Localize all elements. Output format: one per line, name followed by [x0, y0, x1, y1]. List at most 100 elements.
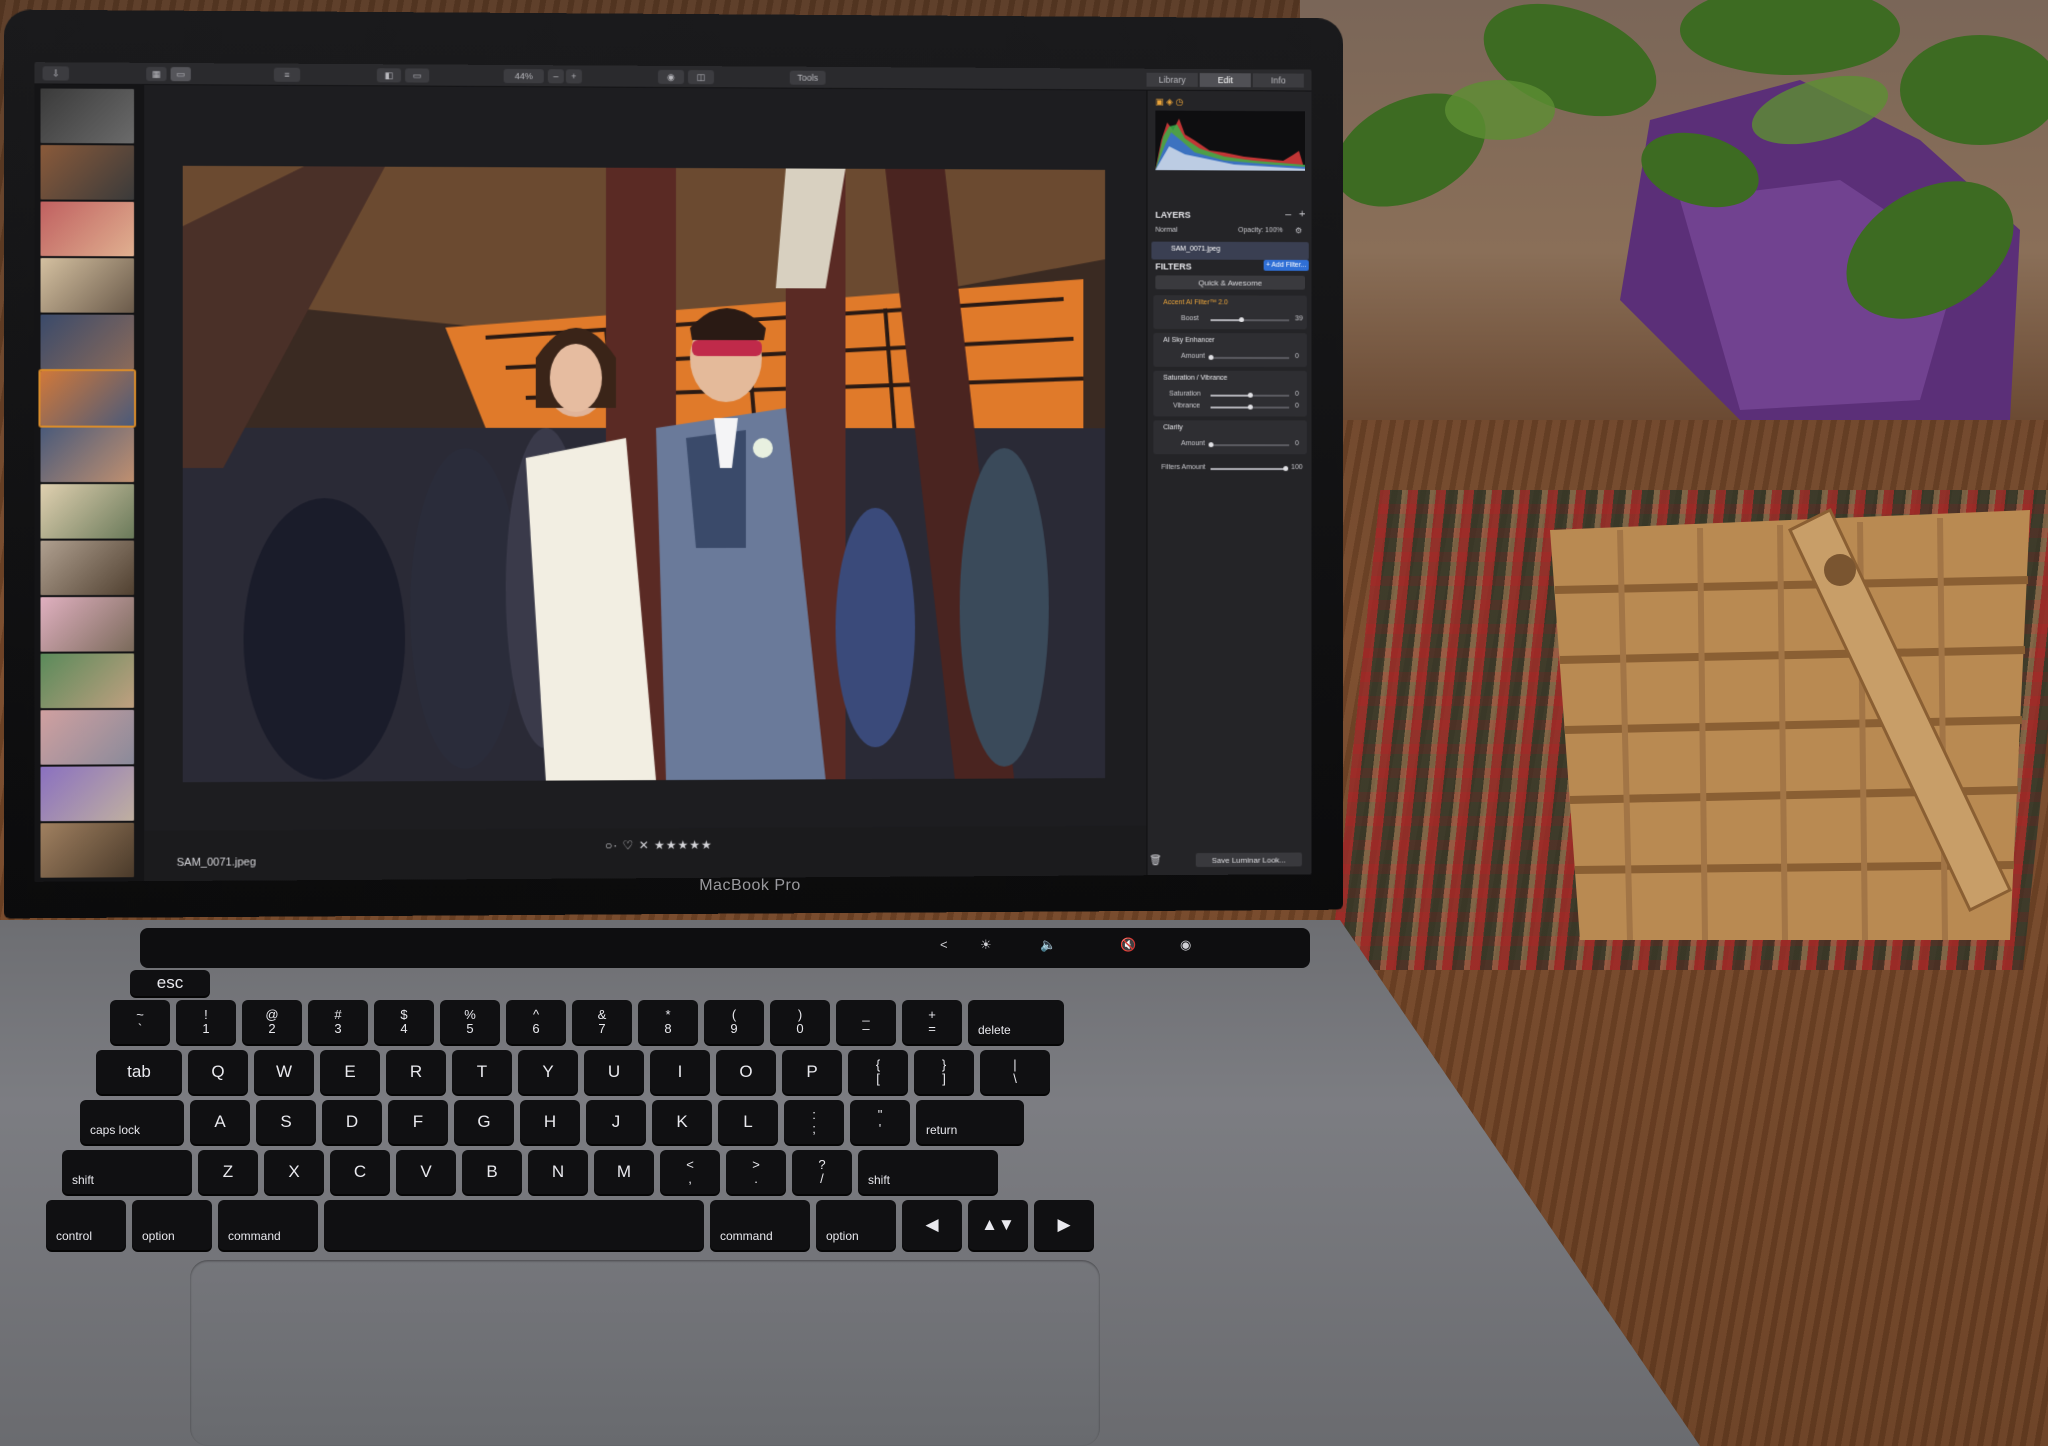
import-button[interactable]: ⇩	[42, 66, 70, 81]
filmstrip-thumbnail[interactable]	[40, 653, 135, 709]
keyboard-key[interactable]: < ,	[660, 1150, 720, 1194]
filmstrip-thumbnail[interactable]	[40, 427, 135, 483]
filter-title[interactable]: Saturation / Vibrance	[1163, 375, 1227, 382]
keyboard-key[interactable]: V	[396, 1150, 456, 1194]
remove-layer-icon[interactable]: –	[1285, 208, 1291, 220]
layer-row[interactable]: SAM_0071.jpeg	[1151, 241, 1309, 260]
keyboard-key[interactable]: option	[816, 1200, 896, 1250]
keyboard-key[interactable]: D	[322, 1100, 382, 1144]
slider-knob[interactable]	[1208, 354, 1214, 360]
keyboard-key[interactable]: _ –	[836, 1000, 896, 1044]
keyboard-key[interactable]: A	[190, 1100, 250, 1144]
keyboard-key[interactable]: K	[652, 1100, 712, 1144]
keyboard-key[interactable]: shift	[858, 1150, 998, 1194]
keyboard-key[interactable]: G	[454, 1100, 514, 1144]
keyboard-key[interactable]: ? /	[792, 1150, 852, 1194]
filmstrip-thumbnail[interactable]	[40, 766, 135, 822]
filmstrip-thumbnail[interactable]	[40, 822, 135, 878]
keyboard-key[interactable]: ~ `	[110, 1000, 170, 1044]
slider-knob[interactable]	[1208, 442, 1214, 448]
keyboard-key[interactable]: esc	[130, 970, 210, 996]
filmstrip-toggle-button[interactable]: ▭	[405, 68, 430, 83]
keyboard-key[interactable]: $ 4	[374, 1000, 434, 1044]
slider-knob[interactable]	[1239, 317, 1245, 323]
keyboard-key[interactable]: Y	[518, 1050, 578, 1094]
mute-icon[interactable]: 🔇	[1120, 937, 1136, 953]
opacity-select[interactable]: Opacity: 100%	[1238, 227, 1283, 234]
keyboard-key[interactable]: P	[782, 1050, 842, 1094]
saturation-slider[interactable]	[1210, 392, 1290, 398]
keyboard-key[interactable]: O	[716, 1050, 776, 1094]
clarity-amount-slider[interactable]	[1208, 442, 1290, 448]
slider-knob[interactable]	[1247, 404, 1253, 410]
layers-title[interactable]: LAYERS	[1155, 210, 1190, 220]
keyboard-key[interactable]: I	[650, 1050, 710, 1094]
keyboard-key[interactable]: caps lock	[80, 1100, 184, 1144]
preview-eye-button[interactable]: ◉	[658, 69, 684, 85]
single-view-button[interactable]: ▭	[170, 67, 191, 82]
touchbar-back-icon[interactable]: <	[940, 937, 948, 952]
filmstrip-thumbnail[interactable]	[40, 709, 135, 765]
volume-icon[interactable]: 🔈	[1040, 937, 1056, 953]
boost-slider[interactable]	[1210, 317, 1290, 323]
slider-knob[interactable]	[1283, 466, 1289, 472]
keyboard-key[interactable]: ^ 6	[506, 1000, 566, 1044]
keyboard-key[interactable]: ) 0	[770, 1000, 830, 1044]
keyboard-key[interactable]: return	[916, 1100, 1024, 1144]
tab-library[interactable]: Library	[1146, 72, 1198, 87]
keyboard-key[interactable]: # 3	[308, 1000, 368, 1044]
keyboard-key[interactable]: } ]	[914, 1050, 974, 1094]
keyboard-key[interactable]: Z	[198, 1150, 258, 1194]
keyboard-key[interactable]: & 7	[572, 1000, 632, 1044]
filmstrip-thumbnail[interactable]	[40, 484, 135, 539]
tools-menu[interactable]: Tools	[789, 70, 826, 85]
keyboard-key[interactable]: R	[386, 1050, 446, 1094]
keyboard-key[interactable]: W	[254, 1050, 314, 1094]
keyboard-key[interactable]: control	[46, 1200, 126, 1250]
keyboard-key[interactable]: ( 9	[704, 1000, 764, 1044]
keyboard-key[interactable]: T	[452, 1050, 512, 1094]
touch-bar[interactable]: < ☀ 🔈 🔇 ◉	[140, 928, 1310, 968]
keyboard-key[interactable]: option	[132, 1200, 212, 1250]
keyboard-key[interactable]: { [	[848, 1050, 908, 1094]
filmstrip-thumbnail[interactable]	[40, 314, 135, 370]
keyboard-key[interactable]: J	[586, 1100, 646, 1144]
siri-icon[interactable]: ◉	[1180, 937, 1191, 953]
keyboard-key[interactable]: U	[584, 1050, 644, 1094]
compare-button[interactable]: ◫	[687, 70, 714, 85]
tab-edit[interactable]: Edit	[1199, 73, 1251, 88]
filter-title[interactable]: Clarity	[1163, 424, 1183, 431]
keyboard-key[interactable]: N	[528, 1150, 588, 1194]
keyboard-key[interactable]: " '	[850, 1100, 910, 1144]
keyboard-key[interactable]: | \	[980, 1050, 1050, 1094]
keyboard-key[interactable]: % 5	[440, 1000, 500, 1044]
amount-slider[interactable]	[1208, 354, 1290, 360]
keyboard-key[interactable]: L	[718, 1100, 778, 1144]
key-space[interactable]	[324, 1200, 704, 1250]
keyboard-key[interactable]: ◀	[902, 1200, 962, 1250]
add-layer-icon[interactable]: +	[1299, 208, 1305, 220]
keyboard-key[interactable]: shift	[62, 1150, 192, 1194]
keyboard-key[interactable]: C	[330, 1150, 390, 1194]
keyboard-key[interactable]: command	[710, 1200, 810, 1250]
keyboard-key[interactable]: tab	[96, 1050, 182, 1094]
layer-settings-icon[interactable]: ⚙	[1295, 226, 1302, 235]
filmstrip-thumbnail[interactable]	[40, 258, 135, 313]
zoom-in-button[interactable]: +	[565, 69, 582, 84]
keyboard-key[interactable]: command	[218, 1200, 318, 1250]
zoom-out-button[interactable]: –	[547, 69, 564, 84]
trash-icon[interactable]: 🗑	[1149, 855, 1162, 866]
trackpad[interactable]	[190, 1260, 1100, 1446]
histogram-icons[interactable]: ▣ ◈ ◷	[1155, 97, 1183, 108]
save-look-button[interactable]: Save Luminar Look...	[1195, 852, 1302, 868]
zoom-level[interactable]: 44%	[503, 68, 544, 84]
filmstrip-thumbnail-selected[interactable]	[38, 369, 137, 428]
filmstrip-thumbnail[interactable]	[40, 596, 135, 652]
keyboard-key[interactable]: B	[462, 1150, 522, 1194]
brightness-icon[interactable]: ☀	[980, 937, 992, 953]
keyboard-key[interactable]: H	[520, 1100, 580, 1144]
keyboard-key[interactable]: + =	[902, 1000, 962, 1044]
sort-button[interactable]: ≡	[273, 67, 301, 82]
keyboard-key[interactable]: X	[264, 1150, 324, 1194]
filters-amount-slider[interactable]	[1210, 466, 1289, 472]
